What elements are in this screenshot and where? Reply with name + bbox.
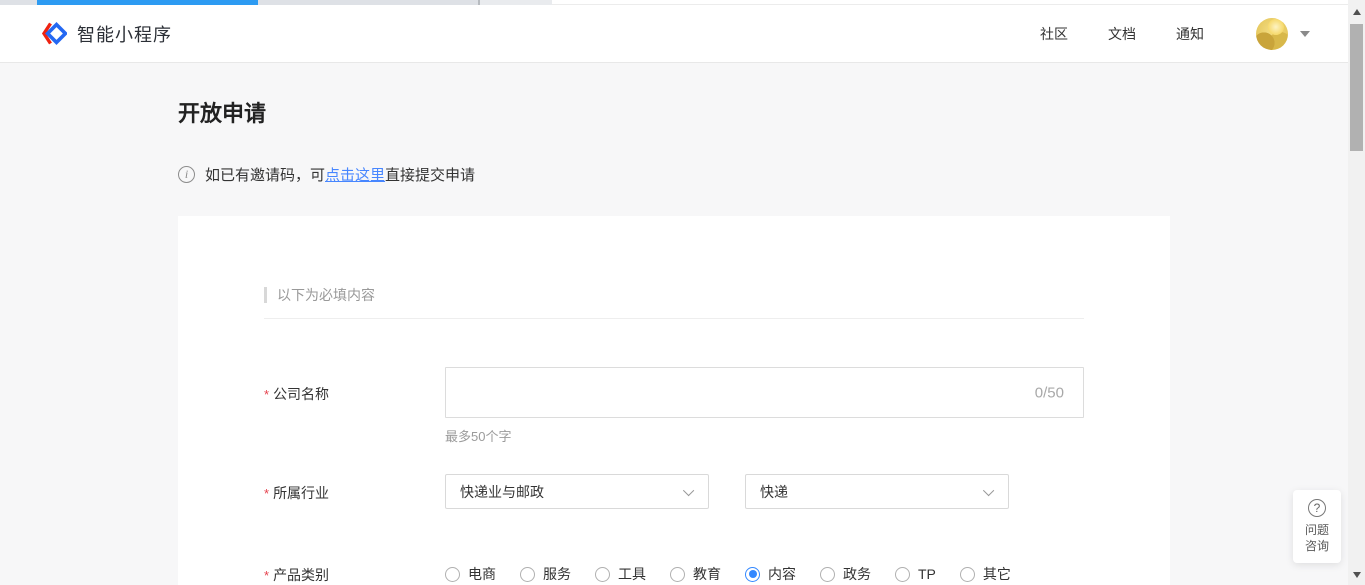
strip-track-light <box>480 0 552 5</box>
section-divider <box>264 318 1084 319</box>
radio-icon <box>895 567 910 582</box>
nav-item[interactable]: 社区 <box>1040 24 1068 44</box>
header-nav: 社区 文档 通知 <box>1040 24 1244 44</box>
radio-option[interactable]: 其它 <box>960 564 1011 584</box>
nav-item[interactable]: 通知 <box>1176 24 1204 44</box>
help-consult-button[interactable]: ? 问题 咨询 <box>1293 490 1341 563</box>
form-row-category: *产品类别 电商 服务 <box>264 564 1084 585</box>
industry-secondary-select[interactable]: 快递 <box>745 474 1009 509</box>
radio-option[interactable]: 内容 <box>745 564 796 584</box>
notice-prefix: 如已有邀请码，可 <box>205 164 325 185</box>
radio-option[interactable]: 教育 <box>670 564 721 584</box>
triangle-down-icon <box>1353 572 1361 578</box>
notice-suffix: 直接提交申请 <box>385 164 475 185</box>
section-header: 以下为必填内容 <box>264 285 1084 305</box>
industry-secondary-value: 快递 <box>760 482 788 502</box>
scroll-up-button[interactable] <box>1348 3 1365 20</box>
brand-logo-icon <box>40 20 67 47</box>
category-radio-group: 电商 服务 工具 <box>445 564 1084 584</box>
industry-primary-value: 快递业与邮政 <box>460 482 544 502</box>
form-row-company: *公司名称 0/50 最多50个字 <box>264 367 1084 445</box>
application-form-card: 以下为必填内容 *公司名称 0/50 最多50个字 *所属行业 <box>178 216 1170 585</box>
radio-icon <box>670 567 685 582</box>
triangle-up-icon <box>1353 9 1361 15</box>
company-name-label: *公司名称 <box>264 367 445 445</box>
company-helper-text: 最多50个字 <box>445 426 1084 445</box>
scrollbar-thumb[interactable] <box>1350 24 1363 151</box>
industry-primary-select[interactable]: 快递业与邮政 <box>445 474 709 509</box>
vertical-scrollbar[interactable] <box>1348 0 1365 585</box>
notice-link[interactable]: 点击这里 <box>325 164 385 185</box>
char-counter: 0/50 <box>1035 384 1064 401</box>
help-label: 问题 咨询 <box>1305 522 1329 554</box>
nav-item[interactable]: 文档 <box>1108 24 1136 44</box>
category-label: *产品类别 <box>264 564 445 585</box>
section-title: 以下为必填内容 <box>277 285 375 305</box>
chevron-down-icon <box>983 484 994 495</box>
industry-label: *所属行业 <box>264 474 445 509</box>
info-icon: i <box>178 166 195 183</box>
brand-logo[interactable]: 智能小程序 <box>40 20 172 47</box>
form-row-industry: *所属行业 快递业与邮政 快递 <box>264 474 1084 509</box>
invite-code-notice: i 如已有邀请码，可点击这里直接提交申请 <box>178 164 1170 185</box>
section-bar <box>264 287 267 303</box>
page-title: 开放申请 <box>178 96 1170 128</box>
radio-icon <box>960 567 975 582</box>
required-asterisk: * <box>264 387 269 402</box>
radio-option[interactable]: TP <box>895 566 936 582</box>
required-asterisk: * <box>264 568 269 583</box>
scroll-down-button[interactable] <box>1348 566 1365 583</box>
radio-icon <box>745 567 760 582</box>
top-loading-strip <box>0 0 1348 5</box>
company-name-input[interactable] <box>445 367 1084 418</box>
chevron-down-icon <box>683 484 694 495</box>
radio-option[interactable]: 服务 <box>520 564 571 584</box>
radio-option[interactable]: 电商 <box>445 564 496 584</box>
loading-progress-bar <box>37 0 258 5</box>
user-avatar[interactable] <box>1256 18 1288 50</box>
radio-icon <box>820 567 835 582</box>
app-header: 智能小程序 社区 文档 通知 <box>0 5 1348 63</box>
chevron-down-icon[interactable] <box>1300 31 1310 37</box>
radio-option[interactable]: 政务 <box>820 564 871 584</box>
radio-icon <box>520 567 535 582</box>
main-content: 开放申请 i 如已有邀请码，可点击这里直接提交申请 以下为必填内容 *公司名称 … <box>178 63 1170 585</box>
required-asterisk: * <box>264 486 269 501</box>
radio-icon <box>445 567 460 582</box>
strip-separator <box>478 0 480 5</box>
radio-option[interactable]: 工具 <box>595 564 646 584</box>
question-circle-icon: ? <box>1308 499 1326 517</box>
radio-icon <box>595 567 610 582</box>
brand-name: 智能小程序 <box>77 21 172 47</box>
